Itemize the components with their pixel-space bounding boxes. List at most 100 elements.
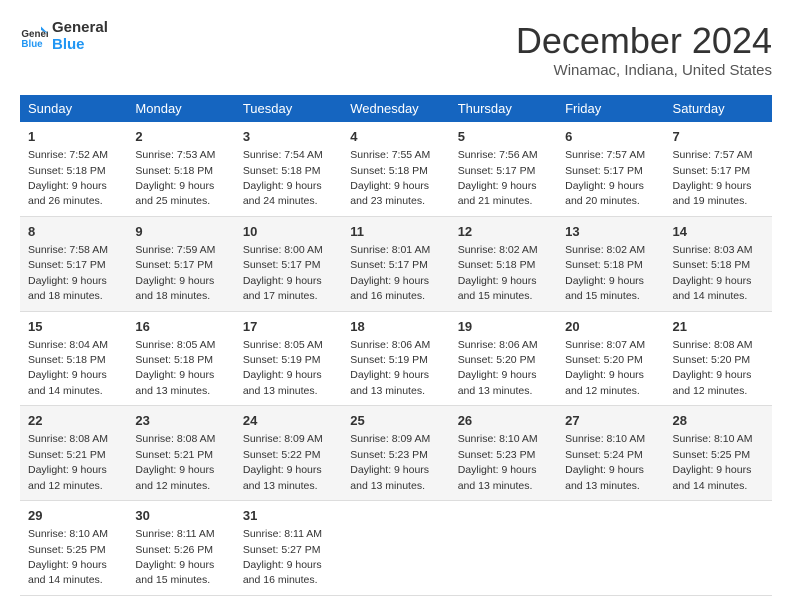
day-number: 7: [673, 128, 764, 146]
day-cell: [342, 501, 449, 596]
day-number: 21: [673, 318, 764, 336]
day-number: 9: [135, 223, 226, 241]
day-number: 29: [28, 507, 119, 525]
day-info: Sunrise: 7:52 AMSunset: 5:18 PMDaylight:…: [28, 149, 108, 207]
day-number: 16: [135, 318, 226, 336]
day-cell: 31 Sunrise: 8:11 AMSunset: 5:27 PMDayligh…: [235, 501, 342, 596]
day-number: 25: [350, 412, 441, 430]
week-row-4: 22 Sunrise: 8:08 AMSunset: 5:21 PMDayligh…: [20, 406, 772, 501]
day-cell: 4 Sunrise: 7:55 AMSunset: 5:18 PMDaylight…: [342, 122, 449, 216]
week-row-1: 1 Sunrise: 7:52 AMSunset: 5:18 PMDaylight…: [20, 122, 772, 216]
day-info: Sunrise: 8:08 AMSunset: 5:20 PMDaylight:…: [673, 339, 753, 397]
day-info: Sunrise: 8:06 AMSunset: 5:19 PMDaylight:…: [350, 339, 430, 397]
col-wednesday: Wednesday: [342, 95, 449, 122]
col-thursday: Thursday: [450, 95, 557, 122]
day-cell: 9 Sunrise: 7:59 AMSunset: 5:17 PMDaylight…: [127, 216, 234, 311]
day-cell: 13Sunrise: 8:02 AMSunset: 5:18 PMDayligh…: [557, 216, 664, 311]
day-info: Sunrise: 7:55 AMSunset: 5:18 PMDaylight:…: [350, 149, 430, 207]
day-cell: 27Sunrise: 8:10 AMSunset: 5:24 PMDayligh…: [557, 406, 664, 501]
day-number: 27: [565, 412, 656, 430]
month-title: December 2024: [516, 20, 772, 62]
day-number: 6: [565, 128, 656, 146]
day-number: 24: [243, 412, 334, 430]
col-friday: Friday: [557, 95, 664, 122]
week-row-5: 29 Sunrise: 8:10 AMSunset: 5:25 PMDayligh…: [20, 501, 772, 596]
day-number: 14: [673, 223, 764, 241]
day-cell: 16Sunrise: 8:05 AMSunset: 5:18 PMDayligh…: [127, 311, 234, 406]
col-saturday: Saturday: [665, 95, 772, 122]
day-cell: 1 Sunrise: 7:52 AMSunset: 5:18 PMDaylight…: [20, 122, 127, 216]
day-number: 1: [28, 128, 119, 146]
day-info: Sunrise: 8:10 AMSunset: 5:25 PMDaylight:…: [28, 528, 108, 586]
logo-line2: Blue: [52, 37, 108, 54]
day-info: Sunrise: 8:00 AMSunset: 5:17 PMDaylight:…: [243, 244, 323, 302]
day-cell: [450, 501, 557, 596]
day-cell: 7 Sunrise: 7:57 AMSunset: 5:17 PMDaylight…: [665, 122, 772, 216]
day-cell: [665, 501, 772, 596]
day-info: Sunrise: 8:07 AMSunset: 5:20 PMDaylight:…: [565, 339, 645, 397]
day-cell: 14Sunrise: 8:03 AMSunset: 5:18 PMDayligh…: [665, 216, 772, 311]
day-number: 13: [565, 223, 656, 241]
day-cell: 6 Sunrise: 7:57 AMSunset: 5:17 PMDaylight…: [557, 122, 664, 216]
day-info: Sunrise: 8:06 AMSunset: 5:20 PMDaylight:…: [458, 339, 538, 397]
col-monday: Monday: [127, 95, 234, 122]
day-number: 10: [243, 223, 334, 241]
day-info: Sunrise: 8:10 AMSunset: 5:23 PMDaylight:…: [458, 433, 538, 491]
day-number: 12: [458, 223, 549, 241]
day-info: Sunrise: 7:57 AMSunset: 5:17 PMDaylight:…: [673, 149, 753, 207]
day-info: Sunrise: 8:01 AMSunset: 5:17 PMDaylight:…: [350, 244, 430, 302]
week-row-2: 8Sunrise: 7:58 AMSunset: 5:17 PMDaylight…: [20, 216, 772, 311]
col-tuesday: Tuesday: [235, 95, 342, 122]
day-number: 18: [350, 318, 441, 336]
day-number: 31: [243, 507, 334, 525]
day-info: Sunrise: 7:59 AMSunset: 5:17 PMDaylight:…: [135, 244, 215, 302]
day-info: Sunrise: 8:09 AMSunset: 5:22 PMDaylight:…: [243, 433, 323, 491]
calendar-header: Sunday Monday Tuesday Wednesday Thursday…: [20, 95, 772, 122]
day-number: 26: [458, 412, 549, 430]
day-info: Sunrise: 8:11 AMSunset: 5:27 PMDaylight:…: [243, 528, 322, 586]
calendar-table: Sunday Monday Tuesday Wednesday Thursday…: [20, 95, 772, 596]
day-info: Sunrise: 8:08 AMSunset: 5:21 PMDaylight:…: [28, 433, 108, 491]
day-number: 11: [350, 223, 441, 241]
day-info: Sunrise: 8:09 AMSunset: 5:23 PMDaylight:…: [350, 433, 430, 491]
day-number: 20: [565, 318, 656, 336]
logo-line1: General: [52, 20, 108, 37]
day-cell: 17Sunrise: 8:05 AMSunset: 5:19 PMDayligh…: [235, 311, 342, 406]
title-block: December 2024 Winamac, Indiana, United S…: [516, 20, 772, 79]
day-info: Sunrise: 8:04 AMSunset: 5:18 PMDaylight:…: [28, 339, 108, 397]
day-cell: 2Sunrise: 7:53 AMSunset: 5:18 PMDaylight…: [127, 122, 234, 216]
day-number: 5: [458, 128, 549, 146]
day-cell: 29 Sunrise: 8:10 AMSunset: 5:25 PMDayligh…: [20, 501, 127, 596]
day-number: 30: [135, 507, 226, 525]
day-cell: 12 Sunrise: 8:02 AMSunset: 5:18 PMDayligh…: [450, 216, 557, 311]
day-info: Sunrise: 8:02 AMSunset: 5:18 PMDaylight:…: [458, 244, 538, 302]
day-number: 4: [350, 128, 441, 146]
day-cell: 22 Sunrise: 8:08 AMSunset: 5:21 PMDayligh…: [20, 406, 127, 501]
day-info: Sunrise: 7:57 AMSunset: 5:17 PMDaylight:…: [565, 149, 645, 207]
day-cell: 26 Sunrise: 8:10 AMSunset: 5:23 PMDayligh…: [450, 406, 557, 501]
day-number: 28: [673, 412, 764, 430]
day-number: 2: [135, 128, 226, 146]
day-number: 19: [458, 318, 549, 336]
day-cell: 28 Sunrise: 8:10 AMSunset: 5:25 PMDayligh…: [665, 406, 772, 501]
logo-icon: General Blue: [20, 23, 48, 51]
day-cell: 21 Sunrise: 8:08 AMSunset: 5:20 PMDayligh…: [665, 311, 772, 406]
day-cell: 5 Sunrise: 7:56 AMSunset: 5:17 PMDaylight…: [450, 122, 557, 216]
day-cell: 20 Sunrise: 8:07 AMSunset: 5:20 PMDayligh…: [557, 311, 664, 406]
logo: General Blue General Blue: [20, 20, 108, 53]
day-info: Sunrise: 7:58 AMSunset: 5:17 PMDaylight:…: [28, 244, 108, 302]
day-info: Sunrise: 8:10 AMSunset: 5:25 PMDaylight:…: [673, 433, 753, 491]
day-cell: 18 Sunrise: 8:06 AMSunset: 5:19 PMDayligh…: [342, 311, 449, 406]
day-number: 15: [28, 318, 119, 336]
day-cell: 19 Sunrise: 8:06 AMSunset: 5:20 PMDayligh…: [450, 311, 557, 406]
col-sunday: Sunday: [20, 95, 127, 122]
day-cell: 23Sunrise: 8:08 AMSunset: 5:21 PMDayligh…: [127, 406, 234, 501]
day-cell: 10 Sunrise: 8:00 AMSunset: 5:17 PMDayligh…: [235, 216, 342, 311]
calendar-body: 1 Sunrise: 7:52 AMSunset: 5:18 PMDaylight…: [20, 122, 772, 595]
day-info: Sunrise: 7:56 AMSunset: 5:17 PMDaylight:…: [458, 149, 538, 207]
page-header: General Blue General Blue December 2024 …: [20, 20, 772, 79]
day-cell: 25 Sunrise: 8:09 AMSunset: 5:23 PMDayligh…: [342, 406, 449, 501]
day-info: Sunrise: 7:54 AMSunset: 5:18 PMDaylight:…: [243, 149, 323, 207]
week-row-3: 15 Sunrise: 8:04 AMSunset: 5:18 PMDayligh…: [20, 311, 772, 406]
day-number: 22: [28, 412, 119, 430]
